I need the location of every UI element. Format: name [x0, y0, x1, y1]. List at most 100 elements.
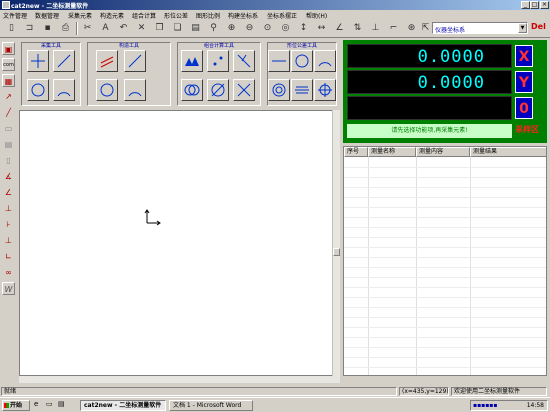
origin-icon[interactable]: ⌐	[386, 21, 401, 36]
menu-bar: 文件管理 数据管理 采集元素 构造元素 组合计算 形位公差 图形比例 构建坐标系…	[0, 10, 550, 20]
grid-tool-icon[interactable]: ▦	[2, 74, 15, 87]
dim-vertical-icon[interactable]: ↕	[296, 21, 311, 36]
link-tool-icon[interactable]: ∞	[2, 266, 15, 279]
combine-point-line-button[interactable]	[207, 50, 229, 72]
com-tool-icon[interactable]: com	[2, 58, 15, 71]
perp2-tool-icon[interactable]: ⊦	[2, 218, 15, 231]
w-tool-icon[interactable]: W	[2, 282, 15, 295]
measure-angle-icon[interactable]: ∟	[2, 250, 15, 263]
axis-icon[interactable]: ⊥	[368, 21, 383, 36]
line-tool-icon[interactable]: ╱	[2, 106, 15, 119]
measurement-table[interactable]: 序号 测量名称 测量内容 测量结果	[343, 146, 547, 376]
y-axis-button[interactable]: Y	[515, 71, 533, 93]
task-word[interactable]: 文档 1 - Microsoft Word	[169, 400, 253, 411]
tol-position-button[interactable]	[314, 79, 336, 101]
table-row-line	[344, 337, 546, 338]
system-tray: ▪▪▪▪▪▪ 14:58	[470, 400, 548, 411]
zero-button[interactable]: 0	[515, 97, 533, 119]
zoom-in-icon[interactable]: ⊕	[224, 21, 239, 36]
zoom-fit-icon[interactable]: ⊙	[260, 21, 275, 36]
construct-parallel-button[interactable]	[96, 50, 118, 72]
dim-angle-icon[interactable]: ∠	[332, 21, 347, 36]
delete-button[interactable]: Del	[531, 22, 546, 31]
delete-x-icon[interactable]: ✕	[134, 21, 149, 36]
scroll-thumb[interactable]	[333, 248, 340, 256]
cut-icon[interactable]: ✂	[80, 21, 95, 36]
text-icon[interactable]: A	[98, 21, 113, 36]
print-icon[interactable]: ⎙	[58, 21, 73, 36]
arrow-tool-icon[interactable]: ↗	[2, 90, 15, 103]
clipboard-icon[interactable]: ▤	[188, 21, 203, 36]
combine-cross-button[interactable]	[233, 79, 255, 101]
col-header-content[interactable]: 测量内容	[416, 147, 470, 157]
probe-icon[interactable]: ⚲	[206, 21, 221, 36]
app-icon	[2, 1, 10, 9]
combine-circle-line-button[interactable]	[207, 79, 229, 101]
construct-circle-button[interactable]	[96, 79, 118, 101]
ie-icon[interactable]: e	[34, 400, 44, 411]
collect-arc-button[interactable]	[53, 79, 75, 101]
target-icon[interactable]: ⊛	[404, 21, 419, 36]
col-header-index[interactable]: 序号	[344, 147, 368, 157]
copy-icon[interactable]: ❐	[152, 21, 167, 36]
dim-parallel-icon[interactable]: ⇅	[350, 21, 365, 36]
tol-roundness-button[interactable]	[291, 50, 313, 72]
sample-zone-label: 采样区	[515, 125, 539, 134]
clock: 14:58	[526, 402, 544, 409]
combine-peaks-button[interactable]	[181, 50, 203, 72]
collect-point-button[interactable]	[27, 50, 49, 72]
save-icon[interactable]: ▪	[40, 21, 55, 36]
chevron-down-icon[interactable]: ▼	[518, 23, 527, 33]
desktop-icon[interactable]: ▭	[46, 400, 56, 411]
tray-icons[interactable]: ▪▪▪▪▪▪	[473, 401, 497, 410]
angle-tool-icon[interactable]: ∡	[2, 170, 15, 183]
start-button[interactable]: 开始	[2, 400, 30, 411]
coord-system-select[interactable]: 仪器坐标系 ▼	[432, 22, 528, 34]
angle2-tool-icon[interactable]: ∠	[2, 186, 15, 199]
tolerance-tools-group: 形位公差工具	[267, 42, 337, 106]
table-row-line	[344, 327, 546, 328]
zoom-window-icon[interactable]: ◎	[278, 21, 293, 36]
task-cat2new[interactable]: cat2new - 二坐标测量软件	[80, 400, 166, 411]
construct-line-button[interactable]	[124, 50, 146, 72]
point-tool-icon[interactable]: ▣	[2, 42, 15, 55]
drawing-canvas[interactable]	[19, 110, 340, 376]
vertical-scrollbar[interactable]	[332, 110, 340, 376]
rect-tool-icon[interactable]: ▭	[2, 122, 15, 135]
dro-panel: 0.0000 X 0.0000 Y 0 请先选择功能项,再采集元素! 采样区	[343, 40, 547, 143]
x-axis-button[interactable]: X	[515, 45, 533, 67]
table-row-line	[344, 217, 546, 218]
tool-panel: 采集工具 构造工具 组合计算工具 形位公差工具	[19, 40, 340, 108]
paste-icon[interactable]: ❏	[170, 21, 185, 36]
tol-profile-button[interactable]	[314, 50, 336, 72]
construct-arc-button[interactable]	[124, 79, 146, 101]
collect-line-button[interactable]	[53, 50, 75, 72]
zoom-out-icon[interactable]: ⊖	[242, 21, 257, 36]
pointer-icon[interactable]: ⇱	[418, 21, 433, 36]
prompt-text: 请先选择功能项,再采集元素!	[347, 124, 512, 138]
tol-symmetry-button[interactable]	[291, 79, 313, 101]
table-row-line	[344, 307, 546, 308]
horizontal-scrollbar[interactable]	[19, 376, 340, 383]
collect-circle-button[interactable]	[27, 79, 49, 101]
close-button[interactable]: ×	[540, 1, 549, 9]
col-header-result[interactable]: 测量结果	[470, 147, 546, 157]
base-tool-icon[interactable]: ⊥	[2, 234, 15, 247]
table-row-line	[344, 247, 546, 248]
new-file-icon[interactable]: ▯	[4, 21, 19, 36]
combine-intersect-button[interactable]	[233, 50, 255, 72]
col-header-name[interactable]: 测量名称	[368, 147, 416, 157]
doc-tool-icon[interactable]: ▤	[2, 138, 15, 151]
folder-icon[interactable]: ▤	[58, 400, 68, 411]
dim-horizontal-icon[interactable]: ↔	[314, 21, 329, 36]
perp-tool-icon[interactable]: ⊥	[2, 202, 15, 215]
group-title: 组合计算工具	[203, 43, 234, 49]
tol-concentricity-button[interactable]	[268, 79, 290, 101]
maximize-button[interactable]: □	[530, 1, 539, 9]
page-tool-icon[interactable]: ▯	[2, 154, 15, 167]
open-folder-icon[interactable]: ⊐	[22, 21, 37, 36]
undo-icon[interactable]: ↶	[116, 21, 131, 36]
minimize-button[interactable]: _	[521, 1, 530, 9]
combine-two-circles-button[interactable]	[181, 79, 203, 101]
tol-straightness-button[interactable]	[268, 50, 290, 72]
